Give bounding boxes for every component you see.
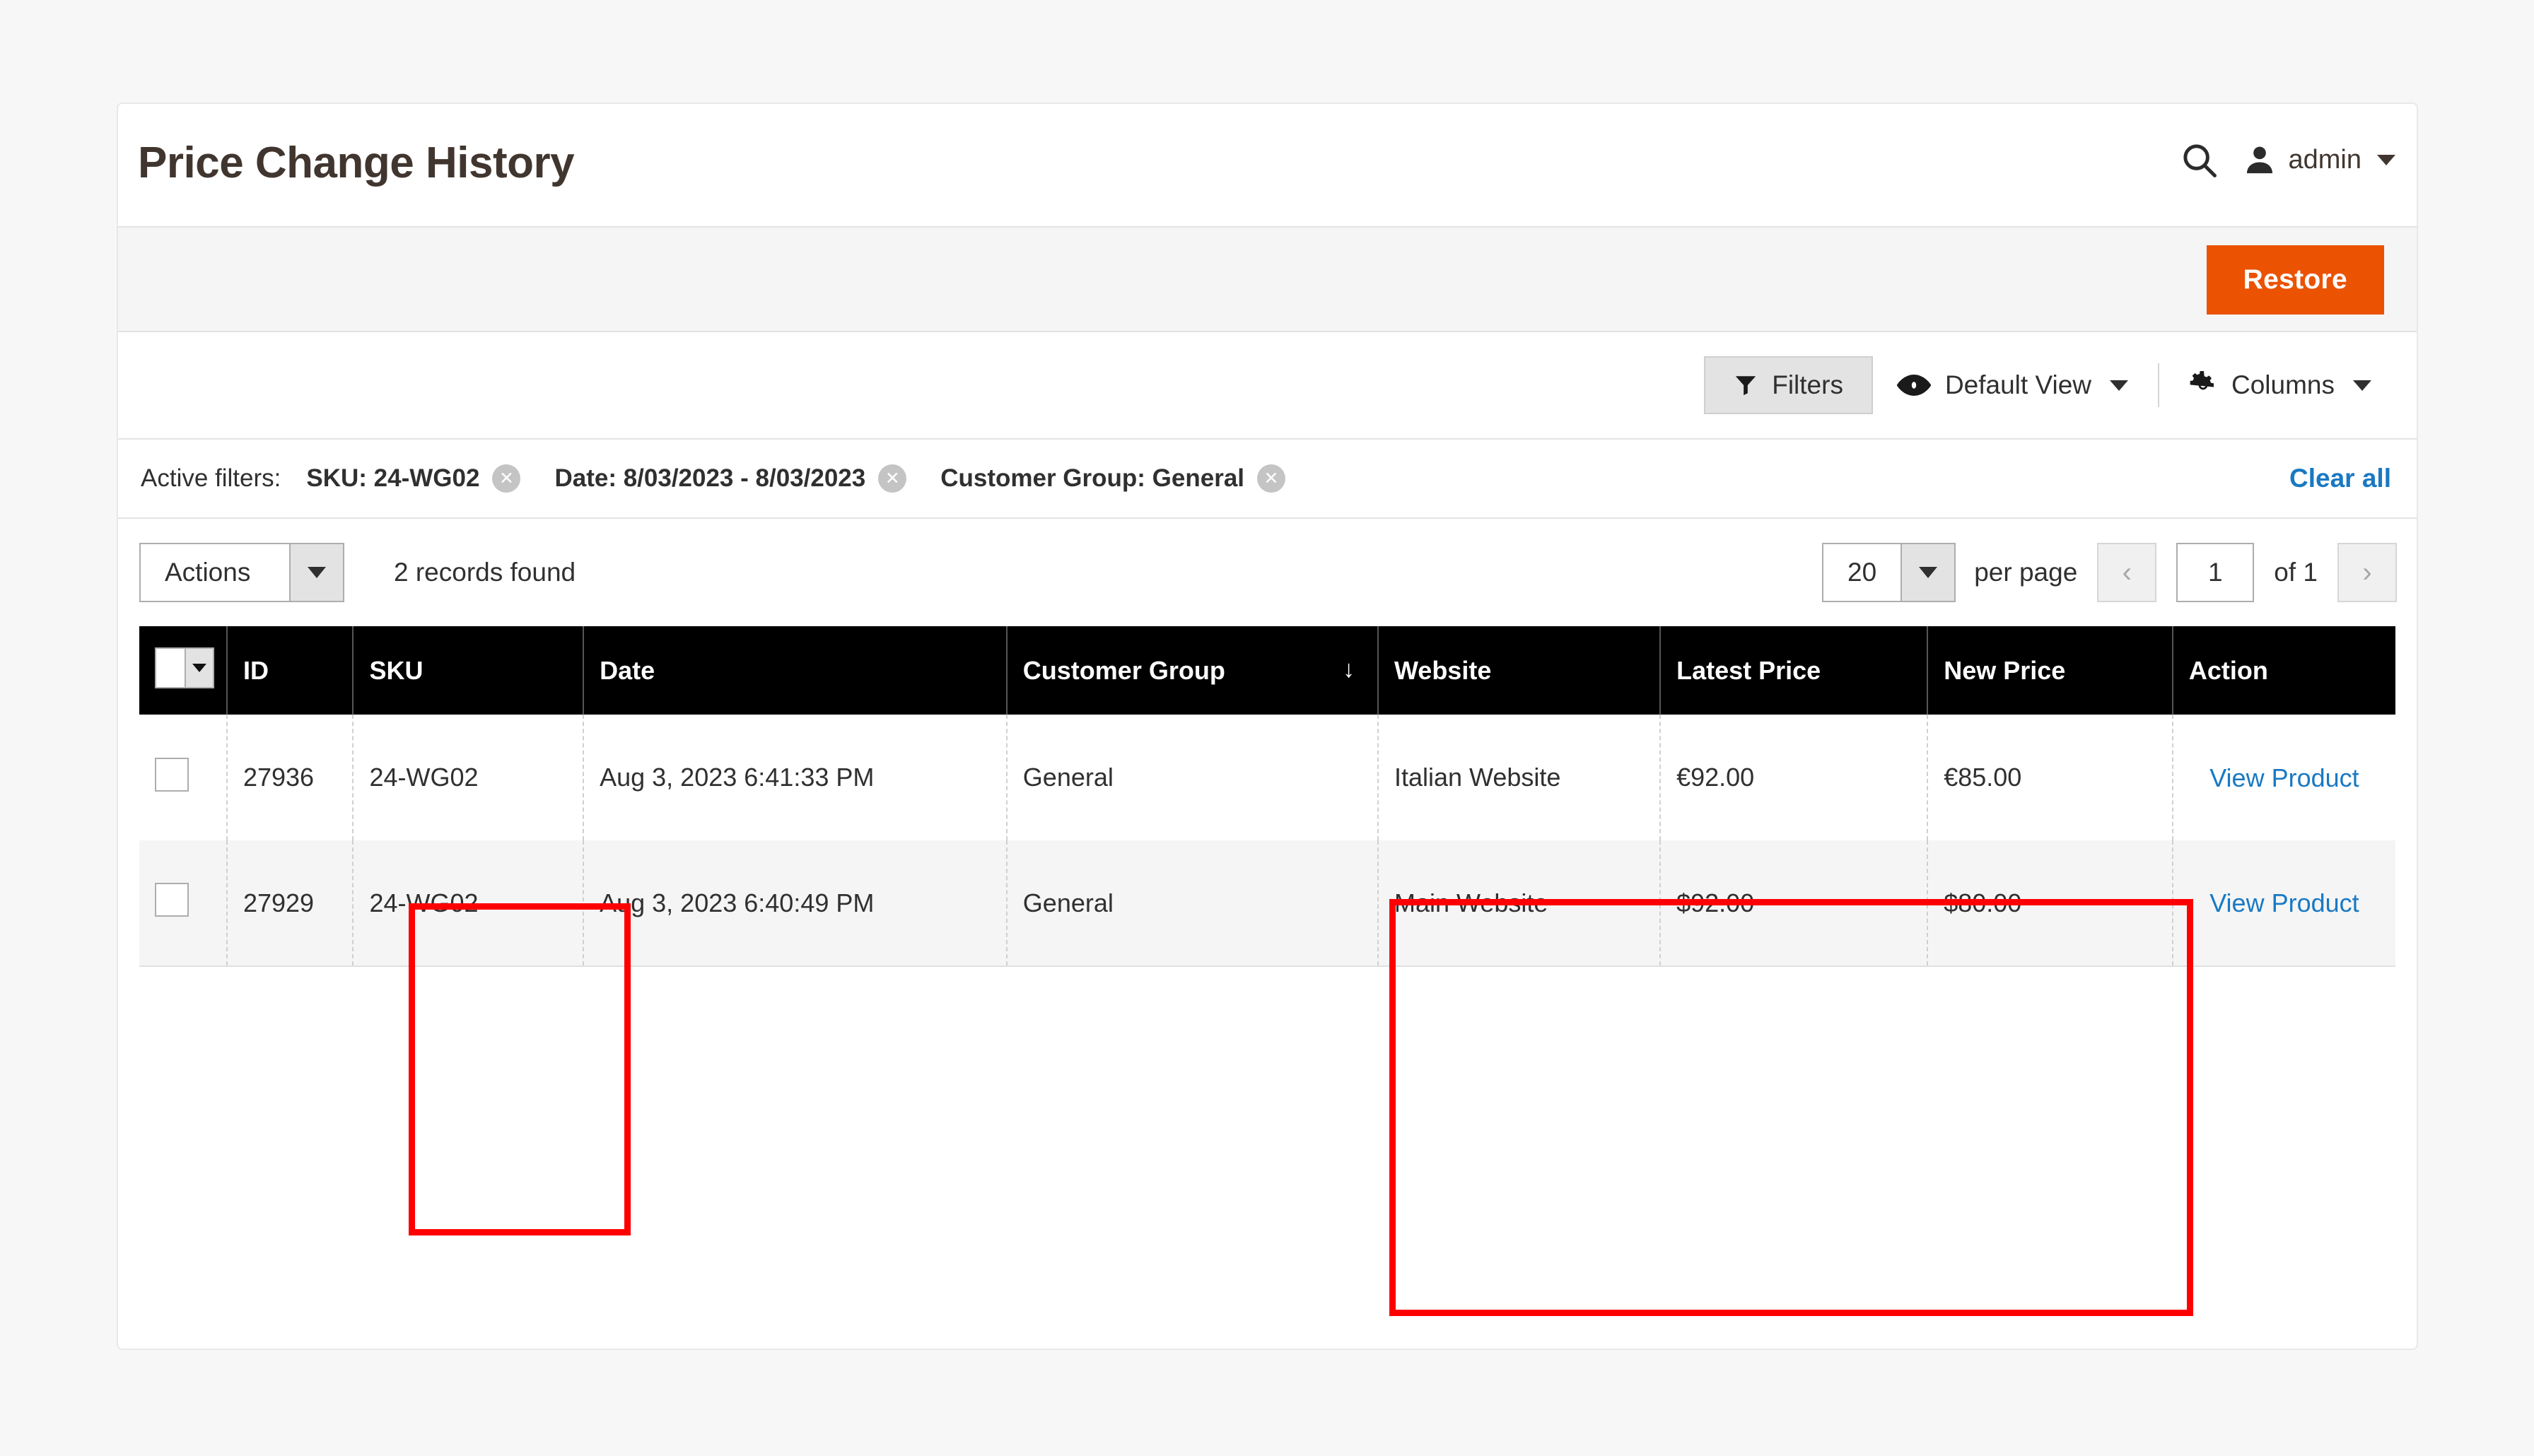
column-header-label: Customer Group: [1022, 655, 1225, 685]
records-found-text: 2 records found: [394, 558, 576, 587]
per-page-value: 20: [1847, 558, 1877, 587]
price-change-history-card: Price Change History admin Restore Filte…: [117, 102, 2418, 1350]
view-product-link[interactable]: View Product: [2189, 762, 2380, 794]
cell-website: Italian Website: [1377, 715, 1662, 840]
table-header: ID SKU Date Customer Group ↓ Website Lat…: [139, 626, 2395, 715]
toolbar-divider: [2158, 363, 2159, 407]
cell-action: View Product: [2172, 715, 2395, 840]
cell-date: Aug 3, 2023 6:40:49 PM: [583, 840, 1008, 966]
clear-all-filters-link[interactable]: Clear all: [2289, 464, 2391, 493]
chevron-right-icon[interactable]: ›: [2337, 543, 2397, 602]
chevron-down-icon[interactable]: [185, 649, 213, 687]
actions-dropdown-value: Actions: [165, 558, 251, 587]
funnel-icon: [1734, 372, 1758, 398]
filters-button[interactable]: Filters: [1704, 356, 1873, 414]
restore-button[interactable]: Restore: [2206, 245, 2384, 315]
user-menu[interactable]: admin: [2243, 143, 2395, 176]
active-filters-label: Active filters:: [141, 464, 281, 492]
default-view-selector[interactable]: Default View: [1873, 356, 2152, 414]
grid-toolbar: Filters Default View Columns: [118, 332, 2417, 440]
row-checkbox[interactable]: [155, 883, 189, 917]
filter-chip-label: SKU: 24-WG02: [306, 464, 480, 492]
filter-chip-sku: SKU: 24-WG02 ✕: [306, 464, 521, 493]
active-filters-bar: Active filters: SKU: 24-WG02 ✕ Date: 8/0…: [118, 440, 2417, 519]
row-checkbox[interactable]: [155, 757, 189, 792]
user-name: admin: [2288, 144, 2362, 175]
screenshot-root: Price Change History admin Restore Filte…: [0, 0, 2534, 1456]
filter-chip-label: Customer Group: General: [940, 464, 1245, 492]
search-icon[interactable]: [2180, 141, 2218, 179]
gear-icon: [2189, 371, 2217, 399]
columns-selector[interactable]: Columns: [2165, 356, 2395, 414]
chevron-down-icon: [2353, 380, 2371, 391]
action-bar: Restore: [118, 228, 2417, 332]
column-header-id[interactable]: ID: [226, 626, 354, 715]
cell-sku: 24-WG02: [353, 715, 585, 840]
column-header-sku[interactable]: SKU: [353, 626, 585, 715]
filter-chip-date: Date: 8/03/2023 - 8/03/2023 ✕: [554, 464, 907, 493]
page-number-input[interactable]: [2176, 543, 2255, 602]
column-header-action[interactable]: Action: [2172, 626, 2395, 715]
columns-label: Columns: [2231, 370, 2335, 399]
filter-chip-label: Date: 8/03/2023 - 8/03/2023: [554, 464, 866, 492]
sort-descending-icon: ↓: [1342, 655, 1355, 683]
column-header-select-all[interactable]: [139, 626, 228, 715]
eye-icon: [1896, 374, 1931, 397]
view-product-link[interactable]: View Product: [2189, 887, 2380, 919]
price-change-history-table: ID SKU Date Customer Group ↓ Website Lat…: [139, 626, 2395, 967]
cell-latest-price: €92.00: [1660, 715, 1929, 840]
cell-sku: 24-WG02: [353, 840, 585, 966]
column-header-date[interactable]: Date: [583, 626, 1008, 715]
filters-label: Filters: [1772, 370, 1843, 399]
page-title: Price Change History: [138, 139, 575, 187]
cell-id: 27936: [226, 715, 354, 840]
close-circle-icon[interactable]: ✕: [1257, 464, 1286, 493]
grid-controls: Actions 2 records found 20 per page ‹ of…: [118, 519, 2417, 626]
chevron-down-icon: [2110, 380, 2128, 391]
data-grid-wrapper: ID SKU Date Customer Group ↓ Website Lat…: [118, 626, 2417, 988]
cell-date: Aug 3, 2023 6:41:33 PM: [583, 715, 1008, 840]
default-view-label: Default View: [1944, 370, 2091, 399]
chevron-down-icon: [2377, 154, 2395, 165]
filter-chip-customer-group: Customer Group: General ✕: [940, 464, 1286, 493]
row-select-cell[interactable]: [139, 715, 228, 840]
column-header-website[interactable]: Website: [1377, 626, 1662, 715]
cell-website: Main Website: [1377, 840, 1662, 966]
per-page-dropdown[interactable]: 20: [1822, 543, 1956, 602]
cell-action: View Product: [2172, 840, 2395, 966]
chevron-left-icon[interactable]: ‹: [2097, 543, 2157, 602]
column-header-customer-group[interactable]: Customer Group ↓: [1006, 626, 1379, 715]
close-circle-icon[interactable]: ✕: [492, 464, 521, 493]
chevron-down-icon: [1900, 544, 1955, 601]
cell-customer-group: General: [1006, 840, 1379, 966]
column-header-new-price[interactable]: New Price: [1927, 626, 2173, 715]
total-pages-label: of 1: [2274, 558, 2318, 587]
column-header-latest-price[interactable]: Latest Price: [1660, 626, 1929, 715]
cell-new-price: $80.00: [1927, 840, 2173, 966]
actions-dropdown[interactable]: Actions: [139, 543, 344, 602]
table-body: 27936 24-WG02 Aug 3, 2023 6:41:33 PM Gen…: [139, 715, 2395, 966]
row-select-cell[interactable]: [139, 840, 228, 966]
table-row[interactable]: 27936 24-WG02 Aug 3, 2023 6:41:33 PM Gen…: [139, 715, 2395, 840]
header-actions: admin: [2180, 141, 2395, 179]
cell-new-price: €85.00: [1927, 715, 2173, 840]
chevron-down-icon: [289, 544, 343, 601]
pagination: 20 per page ‹ of 1 ›: [1822, 543, 2397, 602]
user-avatar-icon: [2243, 143, 2276, 176]
table-row[interactable]: 27929 24-WG02 Aug 3, 2023 6:40:49 PM Gen…: [139, 840, 2395, 966]
close-circle-icon[interactable]: ✕: [878, 464, 907, 493]
select-all-checkbox[interactable]: [155, 647, 214, 688]
cell-id: 27929: [226, 840, 354, 966]
page-header: Price Change History admin: [118, 104, 2417, 228]
cell-latest-price: $92.00: [1660, 840, 1929, 966]
cell-customer-group: General: [1006, 715, 1379, 840]
table-header-row: ID SKU Date Customer Group ↓ Website Lat…: [139, 626, 2395, 715]
per-page-label: per page: [1974, 558, 2078, 587]
checkbox-box[interactable]: [156, 649, 185, 687]
